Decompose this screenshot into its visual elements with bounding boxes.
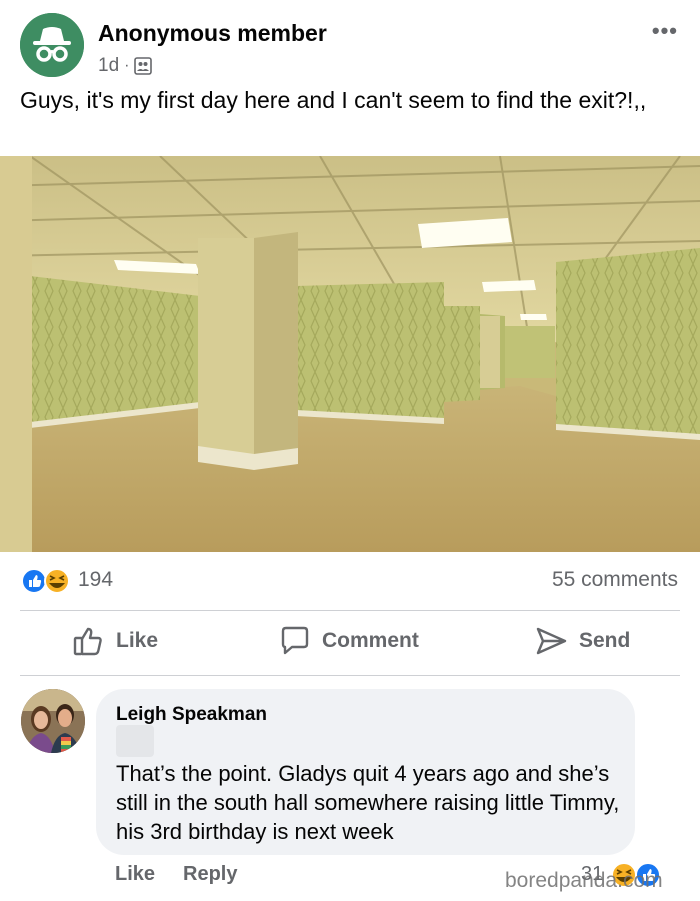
send-icon xyxy=(536,627,567,655)
reaction-icons xyxy=(21,567,77,595)
post-header: Anonymous member 1d · ••• xyxy=(0,0,700,92)
reactions-summary[interactable]: 194 55 comments xyxy=(0,562,700,602)
commenter-avatar[interactable] xyxy=(21,689,85,753)
comment-button[interactable]: Comment xyxy=(278,624,419,658)
post-meta: 1d · xyxy=(98,55,153,77)
commenter-name[interactable]: Leigh Speakman xyxy=(116,704,267,726)
comment-text: That’s the point. Gladys quit 4 years ag… xyxy=(116,761,620,844)
watermark: boredpanda.com xyxy=(505,869,663,892)
post-time[interactable]: 1d xyxy=(98,55,119,77)
more-options-button[interactable]: ••• xyxy=(652,18,678,44)
divider xyxy=(20,675,680,676)
members-icon xyxy=(134,57,153,75)
comment-bubble: Leigh Speakman That’s the point. Gladys … xyxy=(96,689,635,855)
comment-reply-button[interactable]: Reply xyxy=(183,863,237,886)
anonymous-avatar-icon[interactable] xyxy=(20,13,84,77)
post-image[interactable] xyxy=(0,156,700,552)
meta-separator: · xyxy=(124,57,130,74)
comment-label: Comment xyxy=(322,629,419,652)
post-text: Guys, it's my first day here and I can't… xyxy=(20,87,647,113)
comments-count-link[interactable]: 55 comments xyxy=(552,568,678,592)
thumbs-up-icon xyxy=(73,627,102,656)
comment-bubble-icon xyxy=(281,626,309,655)
reaction-count[interactable]: 194 xyxy=(78,568,113,592)
comment-like-button[interactable]: Like xyxy=(115,863,155,886)
divider xyxy=(20,610,680,611)
like-label: Like xyxy=(116,629,159,652)
like-button[interactable]: Like xyxy=(72,624,158,658)
redacted-badge xyxy=(116,725,154,757)
post-actions: Like Comment Send xyxy=(0,612,700,674)
send-button[interactable]: Send xyxy=(535,624,630,658)
post-author[interactable]: Anonymous member xyxy=(98,20,327,47)
send-label: Send xyxy=(579,629,631,652)
